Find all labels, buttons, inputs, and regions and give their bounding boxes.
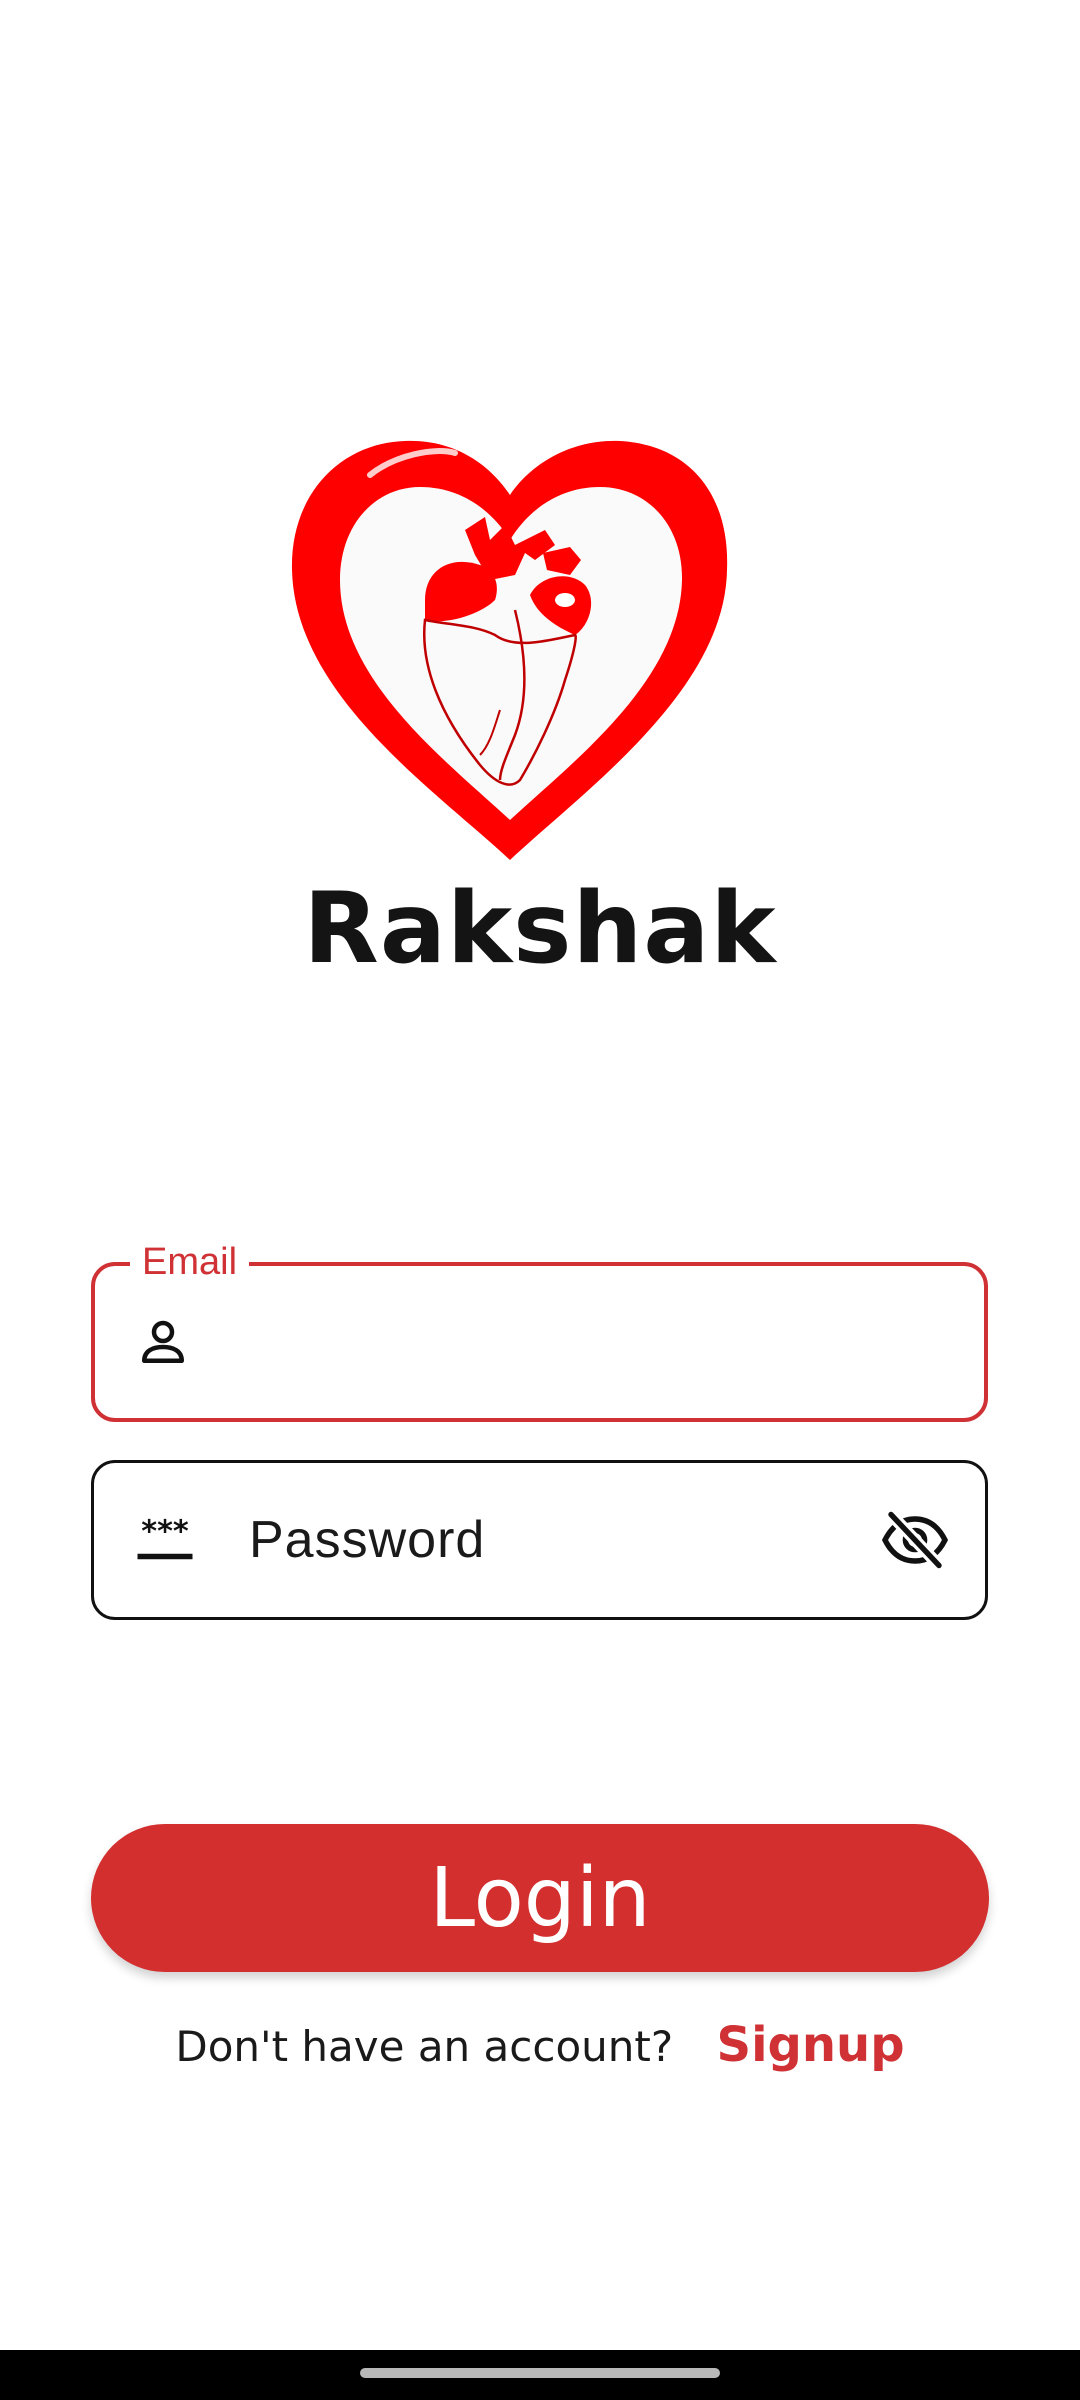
- password-input[interactable]: [249, 1463, 865, 1617]
- login-button[interactable]: Login: [91, 1824, 989, 1972]
- signup-prompt: Don't have an account?: [175, 2022, 674, 2071]
- app-title: Rakshak: [303, 872, 777, 986]
- password-field[interactable]: ***: [91, 1460, 988, 1620]
- svg-text:***: ***: [141, 1514, 189, 1549]
- person-icon: [142, 1320, 184, 1363]
- eye-off-icon[interactable]: [879, 1504, 951, 1576]
- signup-link[interactable]: Signup: [717, 2017, 905, 2073]
- email-label: Email: [130, 1236, 250, 1288]
- password-icon: ***: [137, 1514, 193, 1560]
- email-input[interactable]: [250, 1266, 864, 1418]
- signup-row: Don't have an account? Signup: [0, 2015, 1080, 2077]
- home-gesture-handle[interactable]: [360, 2368, 720, 2378]
- system-nav-bar: [0, 2350, 1080, 2400]
- heart-logo-icon: [291, 440, 728, 860]
- email-field[interactable]: Email: [91, 1236, 988, 1422]
